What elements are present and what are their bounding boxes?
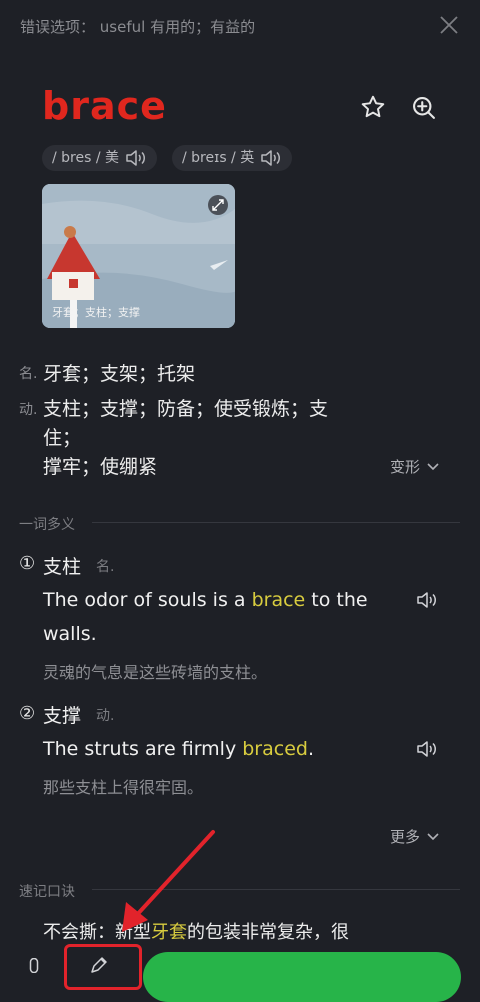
pron-us-text: / bres / 美 xyxy=(52,150,120,166)
sense-word: 支撑 xyxy=(43,705,82,727)
speaker-icon[interactable] xyxy=(416,591,438,609)
def-pos-noun: 名. xyxy=(19,366,38,382)
pron-uk-text: / breɪs / 英 xyxy=(182,150,255,166)
chevron-down-icon xyxy=(427,832,439,840)
mnemonic-label: 速记口诀 xyxy=(19,884,75,900)
example-text: to the xyxy=(305,589,368,611)
sense-pos: 动. xyxy=(96,708,115,724)
example-highlight: brace xyxy=(251,589,306,611)
sense-word: 支柱 xyxy=(43,556,82,578)
annotation-highlight-box xyxy=(64,944,142,990)
example-sentence-line2: walls. xyxy=(43,623,97,645)
mic-icon[interactable] xyxy=(26,958,42,973)
sense-pos: 名. xyxy=(96,559,115,575)
headword: brace xyxy=(42,84,167,128)
example-translation: 那些支柱上得很牢固。 xyxy=(43,778,204,797)
def-verb-line1: 支柱；支撑；防备；使受锻炼；支 xyxy=(43,398,329,420)
section-divider xyxy=(92,522,460,523)
example-highlight: braced xyxy=(242,738,308,760)
expand-icon[interactable] xyxy=(207,194,229,216)
close-icon[interactable] xyxy=(438,14,460,36)
def-verb-line2: 住； xyxy=(43,427,82,449)
word-illustration[interactable]: 牙套；支柱；支撑 xyxy=(42,184,235,328)
variant-label: 变形 xyxy=(390,458,421,476)
chevron-down-icon xyxy=(427,462,439,470)
more-toggle[interactable]: 更多 xyxy=(390,826,440,847)
example-text: The struts are firmly xyxy=(43,738,243,760)
wrong-option-label: 错误选项： xyxy=(20,18,96,36)
example-translation: 灵魂的气息是这些砖墙的支柱。 xyxy=(43,663,268,682)
pron-us-pill[interactable]: / bres / 美 xyxy=(42,145,158,171)
variant-toggle[interactable]: 变形 xyxy=(390,456,440,477)
def-noun: 牙套；支架；托架 xyxy=(43,363,196,385)
wrong-option: 错误选项： useful 有用的；有益的 xyxy=(20,16,255,37)
def-verb-line3: 撑牢；使绷紧 xyxy=(43,456,158,478)
speaker-icon xyxy=(126,150,146,166)
sense-number: ② xyxy=(19,703,36,724)
speaker-icon[interactable] xyxy=(416,740,438,758)
example-text: . xyxy=(307,738,315,760)
top-bar: 错误选项： useful 有用的；有益的 xyxy=(0,0,480,52)
sense-number: ① xyxy=(19,553,36,574)
primary-action-button[interactable] xyxy=(143,952,461,1002)
example-sentence: The odor of souls is a brace to the xyxy=(43,583,403,617)
annotation-arrow xyxy=(122,830,215,932)
illustration-caption: 牙套；支柱；支撑 xyxy=(52,306,140,319)
pron-uk-pill[interactable]: / breɪs / 英 xyxy=(172,145,293,171)
wrong-option-text: useful 有用的；有益的 xyxy=(99,18,256,36)
more-label: 更多 xyxy=(390,828,421,846)
speaker-icon xyxy=(261,150,281,166)
multi-meaning-label: 一词多义 xyxy=(19,517,75,533)
star-icon[interactable] xyxy=(360,94,386,120)
example-text: The odor of souls is a xyxy=(43,589,252,611)
zoom-in-icon[interactable] xyxy=(410,94,438,122)
def-pos-verb: 动. xyxy=(19,402,38,418)
example-sentence: The struts are firmly braced. xyxy=(43,732,314,766)
